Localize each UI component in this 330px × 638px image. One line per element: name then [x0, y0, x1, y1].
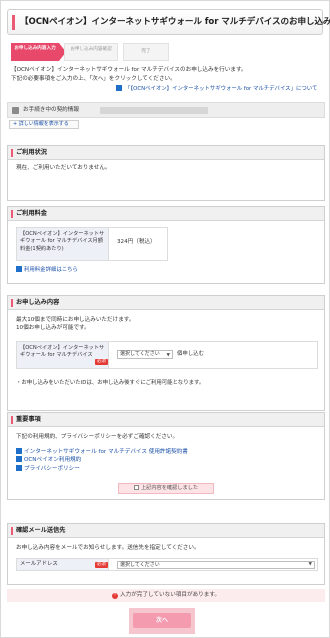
fee-title: ご利用料金: [8, 207, 324, 221]
person-icon: [12, 107, 19, 114]
privacy-policy-link[interactable]: プライバシーポリシー: [16, 464, 188, 473]
link-square-icon: [16, 456, 22, 463]
license-agreement-link[interactable]: インターネットサギウォール for マルチデバイス 使用許諾契約書: [16, 448, 188, 456]
apply-intro: 最大10個まで同時にお申し込みいただけます。 10個お申し込みが可能です。: [16, 316, 134, 332]
apply-title: お申し込み内容: [8, 296, 324, 310]
alert-icon: !: [112, 593, 119, 599]
contract-info-bar: お手続き中の契約情報: [7, 102, 325, 118]
next-button[interactable]: 次へ: [133, 613, 191, 628]
application-frame: 【OCNペイオン】インターネットサギウォール for マルチデバイスのお申し込み…: [0, 0, 330, 638]
progress-steps: お申し込み内容入力 お申し込み内容確認 完了: [11, 43, 171, 61]
confirm-label: 上記内容を確認しました: [140, 485, 199, 491]
fee-name: 【OCNペイオン】インターネットサギウォール for マルチデバイス月額料金(1…: [17, 228, 109, 260]
fee-detail-link[interactable]: 利用料金詳細はこちら: [16, 266, 78, 274]
important-section: 重要事項 下記の利用規約、プライバシーポリシーを必ずご確認ください。 インターネ…: [7, 412, 325, 500]
error-message: ! 入力が完了していない項目があります。: [7, 589, 325, 602]
chevron-down-icon: ▼: [166, 353, 170, 358]
intro-line-2: 下記の必要事項をご入力の上、「次へ」をクリックしてください。: [11, 75, 176, 82]
usage-section: ご利用状況 現在、ご利用いただいておりません。: [7, 145, 325, 201]
contract-value-redacted: [100, 107, 208, 114]
chevron-down-icon: ▼: [308, 562, 312, 567]
quantity-select-value: 選択してください: [120, 351, 160, 357]
apply-intro-line-1: 最大10個まで同時にお申し込みいただけます。: [16, 317, 135, 323]
required-badge: 必須: [95, 359, 108, 365]
email-select-value: 選択してください: [120, 562, 160, 568]
link-square-icon: [16, 448, 22, 454]
step-confirm: お申し込み内容確認: [64, 43, 118, 61]
apply-note: ・お申し込みをいただいたIDは、お申し込み後すぐにご利用可能となります。: [16, 380, 205, 386]
important-intro: 下記の利用規約、プライバシーポリシーを必ずご確認ください。: [16, 434, 179, 440]
next-button-area: 次へ: [129, 608, 195, 634]
license-agreement-label: インターネットサギウォール for マルチデバイス 使用許諾契約書: [24, 449, 188, 455]
fee-value: 324円（税込）: [117, 239, 156, 245]
step-input: お申し込み内容入力: [11, 43, 66, 61]
terms-of-use-label: OCNペイオン利用規約: [24, 457, 82, 464]
privacy-policy-label: プライバシーポリシー: [24, 465, 80, 472]
usage-text: 現在、ご利用いただいておりません。: [16, 165, 111, 171]
usage-title: ご利用状況: [8, 146, 324, 160]
confirm-checkbox[interactable]: [133, 485, 139, 490]
email-select[interactable]: 選択してください ▼: [117, 561, 315, 569]
apply-row: 【OCNペイオン】インターネットサギウォール for マルチデバイス 必須 選択…: [16, 341, 318, 369]
service-info-link[interactable]: 「【OCNペイオン】インターネットサギウォール for マルチデバイス」について: [116, 85, 317, 93]
mail-section: 確認メール送信先 お申し込み内容をメールでお知らせします。送信先を指定してくださ…: [7, 523, 325, 585]
mail-title: 確認メール送信先: [8, 524, 324, 538]
page-title: 【OCNペイオン】インターネットサギウォール for マルチデバイスのお申し込み: [20, 17, 330, 27]
required-badge: 必須: [95, 562, 108, 568]
header-accent-bar: [12, 15, 15, 30]
mail-row: メールアドレス 必須 選択してください ▼: [16, 558, 318, 571]
quantity-select[interactable]: 選択してください ▼: [117, 350, 173, 359]
terms-links: インターネットサギウォール for マルチデバイス 使用許諾契約書 OCNペイオ…: [16, 448, 188, 473]
service-info-link-label: 「【OCNペイオン】インターネットサギウォール for マルチデバイス」について: [125, 86, 318, 92]
apply-intro-line-2: 10個お申し込みが可能です。: [16, 325, 90, 332]
link-square-icon: [16, 266, 22, 272]
error-text: 入力が完了していない項目があります。: [120, 592, 220, 598]
show-details-link[interactable]: + 詳しい情報を表示する: [9, 120, 79, 129]
show-details-label: 詳しい情報を表示する: [18, 121, 69, 127]
fee-detail-link-label: 利用料金詳細はこちら: [24, 267, 78, 273]
fee-section: ご利用料金 【OCNペイオン】インターネットサギウォール for マルチデバイス…: [7, 206, 325, 284]
external-link-icon: [116, 85, 122, 91]
intro-text: 【OCNペイオン】インターネットサギウォール for マルチデバイスのお申し込み…: [11, 67, 323, 84]
mail-intro: お申し込み内容をメールでお知らせします。送信先を指定してください。: [16, 545, 200, 551]
intro-line-1: 【OCNペイオン】インターネットサギウォール for マルチデバイスのお申し込み…: [11, 67, 247, 73]
quantity-unit: 個申し込む: [177, 351, 204, 357]
confirm-checkbox-row[interactable]: 上記内容を確認しました: [118, 483, 214, 494]
step-complete: 完了: [123, 43, 169, 61]
important-title: 重要事項: [8, 413, 324, 427]
fee-table: 【OCNペイオン】インターネットサギウォール for マルチデバイス月額料金(1…: [16, 227, 168, 261]
link-square-icon: [16, 464, 22, 471]
page-header: 【OCNペイオン】インターネットサギウォール for マルチデバイスのお申し込み: [7, 9, 330, 35]
terms-of-use-link[interactable]: OCNペイオン利用規約: [16, 456, 188, 464]
contract-label: お手続き中の契約情報: [23, 107, 79, 113]
apply-section: お申し込み内容 最大10個まで同時にお申し込みいただけます。 10個お申し込みが…: [7, 295, 325, 411]
